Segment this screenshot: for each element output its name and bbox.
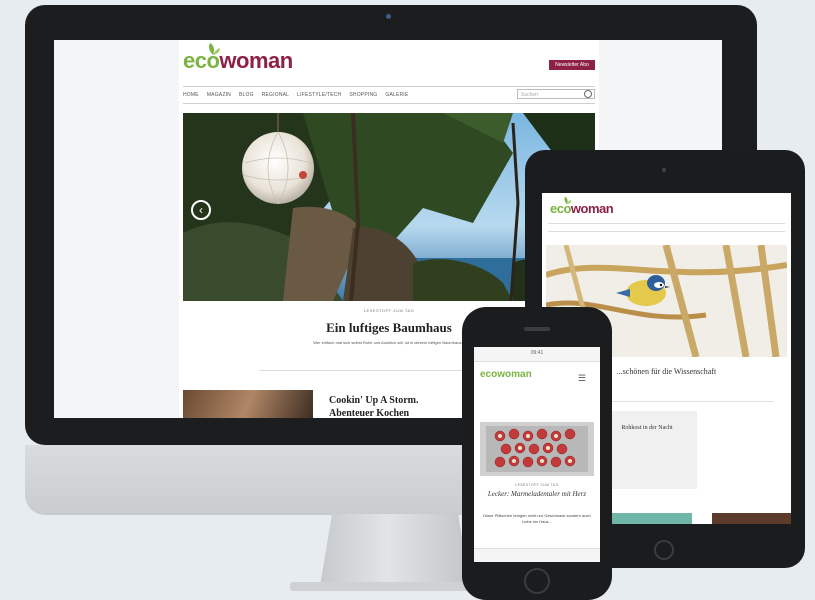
menu-icon[interactable]: ☰	[578, 373, 586, 384]
nav-item-magazin[interactable]: MAGAZIN	[207, 92, 231, 98]
story-headline[interactable]: Cookin' Up A Storm. Abenteuer Kochen	[329, 394, 439, 418]
speaker-grille	[524, 327, 550, 331]
camera-icon	[386, 14, 391, 19]
carousel-prev-button[interactable]: ‹	[191, 200, 211, 220]
side-card[interactable]: Rohkost in der Nacht	[597, 411, 697, 489]
article-teaser: Diese Plätzchen bringen nicht nur Geschm…	[483, 513, 591, 524]
home-button[interactable]	[524, 568, 550, 594]
hero-image[interactable]	[480, 422, 594, 476]
leaf-icon	[209, 43, 220, 55]
nav-item-regional[interactable]: REGIONAL	[262, 92, 289, 98]
nav-item-galerie[interactable]: GALERIE	[385, 92, 408, 98]
desktop-monitor-stand	[320, 514, 470, 586]
story-thumbnail[interactable]	[602, 513, 692, 524]
site-logo[interactable]: ecowoman	[480, 369, 532, 380]
logo-woman-text: woman	[570, 201, 614, 216]
side-card-title: Rohkost in der Nacht	[621, 425, 673, 431]
nav-item-lifestyle-tech[interactable]: LIFESTYLE/TECH	[297, 92, 341, 98]
story-thumbnail[interactable]	[183, 390, 313, 418]
search-icon[interactable]	[584, 90, 592, 98]
nav-item-home[interactable]: HOME	[183, 92, 199, 98]
nav-item-shopping[interactable]: SHOPPING	[349, 92, 377, 98]
nav-item-blog[interactable]: BLOG	[239, 92, 254, 98]
phone-screen: 09:41 ecowoman ☰ LESESTOFF ZUM TAG Lecke…	[474, 347, 600, 562]
newsletter-button[interactable]: Newsletter Abo	[549, 60, 595, 70]
status-time: 09:41	[530, 350, 544, 356]
main-navigation	[548, 223, 785, 232]
home-button[interactable]	[654, 540, 674, 560]
leaf-icon	[564, 196, 572, 205]
site-logo[interactable]: ecowoman	[550, 196, 614, 216]
camera-icon	[662, 168, 666, 172]
article-headline[interactable]: Lecker: Marmeladentaler mit Herz	[484, 490, 590, 499]
browser-address-bar[interactable]: 09:41	[474, 347, 600, 362]
story-thumbnail[interactable]	[712, 513, 791, 524]
article-kicker: LESESTOFF ZUM TAG	[515, 483, 559, 487]
site-logo[interactable]: ecowoman	[183, 43, 293, 74]
browser-toolbar	[474, 548, 600, 562]
logo-woman-text: woman	[219, 48, 293, 73]
